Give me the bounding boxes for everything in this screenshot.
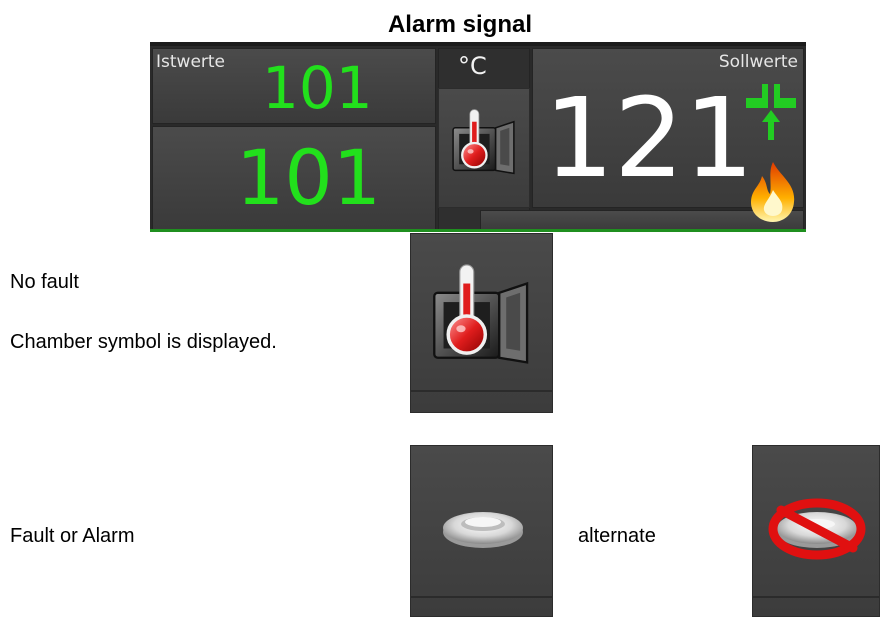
- actual-value-top: 101: [262, 54, 373, 122]
- chamber-icon-tile: [438, 88, 530, 208]
- no-fault-icon-tile: [410, 233, 553, 413]
- lamp-icon: [443, 512, 523, 548]
- setpoint-label: Sollwerte: [718, 52, 798, 72]
- lamp-icon-tile: [410, 445, 553, 617]
- setpoint-value: 121: [544, 74, 754, 202]
- no-fault-text: No fault: [10, 271, 79, 293]
- chamber-symbol-text: Chamber symbol is displayed.: [10, 331, 277, 353]
- alternate-text: alternate: [578, 525, 656, 547]
- page-title: Alarm signal: [387, 11, 533, 38]
- flame-icon: [751, 162, 795, 222]
- actual-value-bottom: 101: [236, 133, 382, 222]
- prohibited-lamp-icon: [768, 498, 866, 560]
- alarm-icon-tile: [752, 445, 880, 617]
- actual-values-label: Istwerte: [156, 52, 226, 72]
- steam-valve-icon: [746, 84, 796, 140]
- controller-display: Istwerte 101 101 °C Sollwerte 121: [150, 42, 806, 232]
- fault-alarm-text: Fault or Alarm: [10, 525, 135, 547]
- thermometer-chamber-icon: [425, 258, 541, 374]
- unit-label: °C: [458, 52, 487, 80]
- thermometer-chamber-icon: [447, 105, 523, 181]
